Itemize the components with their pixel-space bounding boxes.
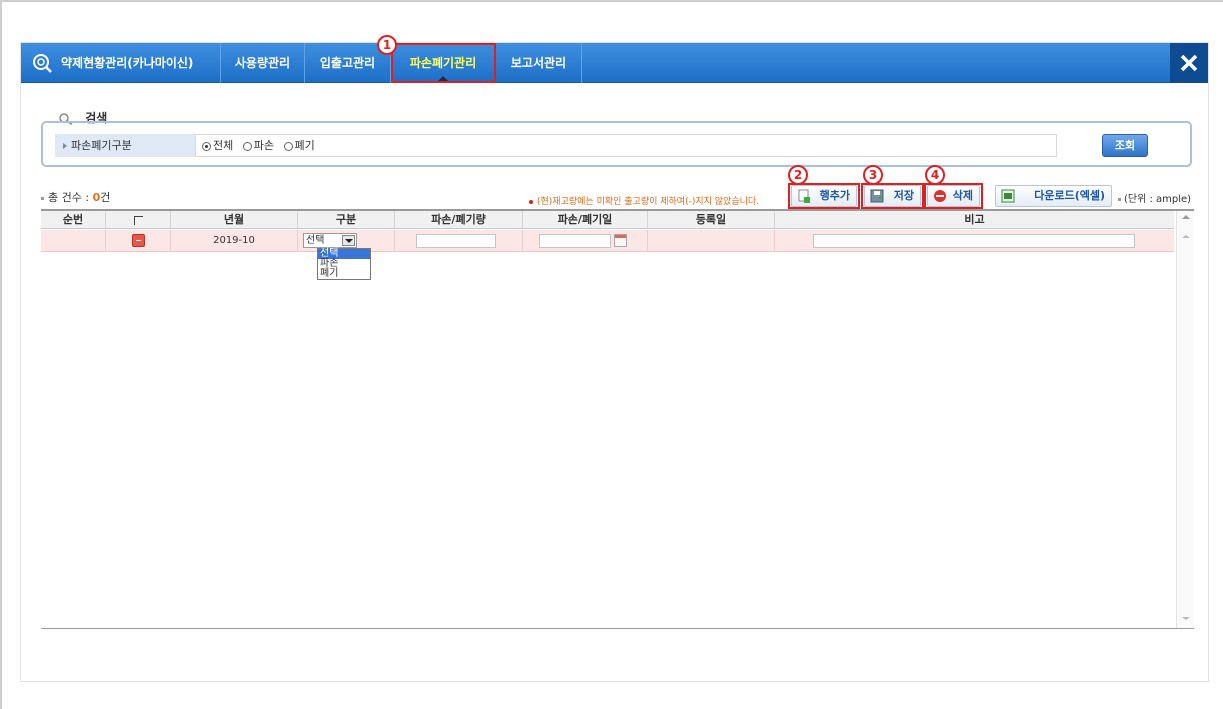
col-registered: 등록일 <box>648 211 775 229</box>
chevron-down-icon <box>342 235 355 246</box>
top-navigation: 약제현황관리(카나마이신) 사용량관리 입출고관리 파손폐기관리 보고서관리 <box>21 43 1208 83</box>
tab-usage-label: 사용량관리 <box>234 56 291 70</box>
cell-date <box>523 230 648 252</box>
radio-all-label: 전체 <box>213 139 234 152</box>
count-unit: 건 <box>100 191 111 204</box>
cell-registered <box>648 230 775 252</box>
app-window: 약제현황관리(카나마이신) 사용량관리 입출고관리 파손폐기관리 보고서관리 1 <box>20 35 1209 682</box>
annotation-badge-2: 2 <box>788 165 808 185</box>
remove-row-button[interactable] <box>132 234 145 247</box>
calendar-icon[interactable] <box>614 234 627 247</box>
cell-seq <box>41 230 106 252</box>
download-excel-button[interactable]: 다운로드(엑셀) <box>995 185 1112 207</box>
annotation-badge-3: 3 <box>863 165 883 185</box>
count-label: 총 건수 : <box>48 191 93 204</box>
col-qty: 파손/폐기량 <box>395 211 523 229</box>
bullet-icon <box>1118 197 1121 201</box>
col-date: 파손/폐기일 <box>523 211 648 229</box>
filter-label: 파손폐기구분 <box>55 134 195 157</box>
col-check[interactable] <box>106 211 171 229</box>
annotation-badge-1: 1 <box>377 35 397 55</box>
data-grid: 순번 년월 구분 파손/폐기량 파손/폐기일 등록일 비고 2019-10 선택 <box>41 209 1194 629</box>
grid-bottom-divider <box>41 628 1194 629</box>
excel-icon <box>1001 189 1015 203</box>
note-input[interactable] <box>813 234 1135 248</box>
search-button[interactable]: 조회 <box>1102 134 1148 157</box>
notice-dot-icon <box>529 199 533 204</box>
radio-unchecked-icon <box>283 141 293 151</box>
download-label: 다운로드(엑셀) <box>1034 189 1105 202</box>
annotation-box-3 <box>861 183 924 209</box>
radio-unchecked-icon <box>242 141 252 151</box>
tab-inout-label: 입출고관리 <box>319 56 376 70</box>
cell-year-month: 2019-10 <box>171 230 298 252</box>
stock-notice: (현)재고량에는 미확인 출고량이 제하여(-)지지 않았습니다. <box>529 194 759 207</box>
radio-disposal-label: 폐기 <box>294 139 315 152</box>
radio-disposal[interactable]: 폐기 <box>283 135 315 156</box>
nav-home-title[interactable]: 약제현황관리(카나마이신) <box>21 43 221 83</box>
vertical-scrollbar[interactable] <box>1176 211 1194 629</box>
header-checkbox[interactable] <box>133 215 143 225</box>
nav-title: 약제현황관리(카나마이신) <box>61 56 194 70</box>
radio-checked-icon <box>202 141 211 151</box>
cell-remove <box>106 230 171 252</box>
cell-qty <box>395 230 523 252</box>
scroll-up-icon[interactable] <box>1182 215 1190 219</box>
col-type: 구분 <box>298 211 395 229</box>
notice-text: (현)재고량에는 미확인 출고량이 제하여(-)지지 않았습니다. <box>537 197 760 207</box>
search-panel: 파손폐기구분 전체 파손 폐기 조회 <box>41 121 1192 167</box>
annotation-box-1 <box>391 43 496 83</box>
radio-damage[interactable]: 파손 <box>242 135 274 156</box>
radio-all[interactable]: 전체 <box>202 135 233 156</box>
col-note: 비고 <box>964 213 985 226</box>
annotation-badge-4: 4 <box>925 165 945 185</box>
scroll-down-icon[interactable] <box>1182 617 1190 620</box>
unit-text: (단위 : ample) <box>1124 194 1192 205</box>
table-row: 2019-10 선택 <box>41 230 1174 252</box>
close-button[interactable] <box>1170 43 1208 83</box>
dropdown-option-disposal[interactable]: 폐기 <box>318 269 370 279</box>
total-count: 총 건수 : 0건 <box>41 189 110 205</box>
type-dropdown-list: 선택 파손 폐기 <box>317 248 371 280</box>
table-header: 순번 년월 구분 파손/폐기량 파손/폐기일 등록일 비고 <box>41 211 1174 229</box>
radio-damage-label: 파손 <box>253 139 274 152</box>
filter-options: 전체 파손 폐기 <box>195 134 1057 157</box>
annotation-box-2 <box>788 183 860 209</box>
close-icon <box>1180 54 1198 72</box>
tab-report[interactable]: 보고서관리 <box>496 43 582 83</box>
type-select[interactable]: 선택 <box>303 233 357 248</box>
unit-label: (단위 : ample) <box>1118 190 1191 205</box>
date-input[interactable] <box>539 234 611 248</box>
tab-report-label: 보고서관리 <box>510 56 567 70</box>
annotation-box-4 <box>924 183 983 209</box>
scroll-up-icon-secondary <box>1182 235 1190 238</box>
type-select-value: 선택 <box>306 235 325 246</box>
col-year-month: 년월 <box>171 211 298 229</box>
col-seq: 순번 <box>41 211 106 229</box>
tab-usage[interactable]: 사용량관리 <box>221 43 305 83</box>
qty-input[interactable] <box>416 234 496 248</box>
cell-note <box>775 230 1174 252</box>
bullet-icon <box>41 196 44 200</box>
bullet-icon <box>63 143 67 149</box>
search-chart-icon <box>33 54 52 73</box>
filter-label-text: 파손폐기구분 <box>71 139 132 152</box>
